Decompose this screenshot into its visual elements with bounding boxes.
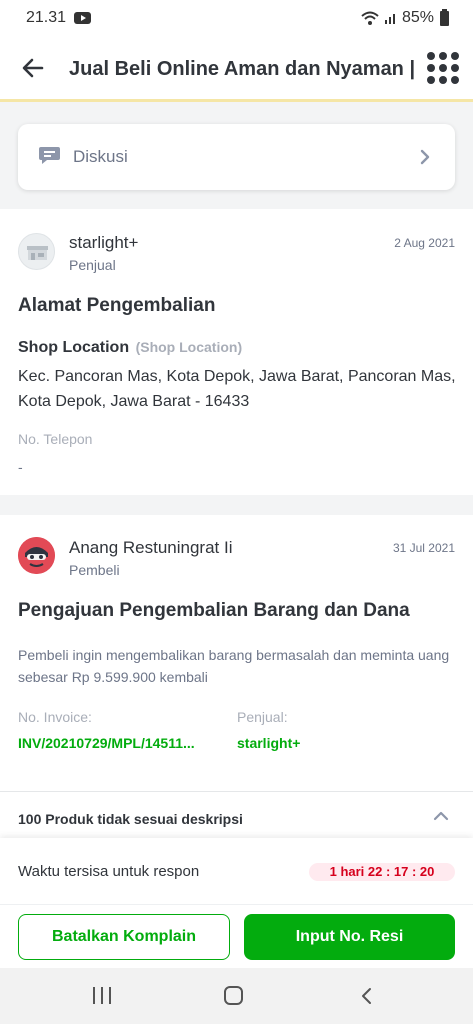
return-address: Kec. Pancoran Mas, Kota Depok, Jawa Bara… — [18, 368, 456, 410]
recent-apps-icon[interactable] — [93, 987, 111, 1005]
avatar — [18, 537, 55, 574]
user-role: Penjual — [69, 257, 116, 273]
system-navigation-bar — [0, 968, 473, 1024]
shop-location-heading: Shop Location (Shop Location) — [18, 339, 242, 357]
input-receipt-button[interactable]: Input No. Resi — [244, 914, 455, 960]
shop-location-sublabel: (Shop Location) — [135, 339, 243, 355]
seller-label: Penjual: — [237, 709, 288, 725]
post-date: 2 Aug 2021 — [394, 236, 455, 250]
seller-message-card: starlight+ Penjual 2 Aug 2021 Alamat Pen… — [0, 209, 473, 495]
user-role: Pembeli — [69, 562, 120, 578]
divider — [0, 904, 473, 905]
invoice-link[interactable]: INV/20210729/MPL/14511... — [18, 735, 195, 751]
phone-label: No. Telepon — [18, 431, 93, 447]
status-time: 21.31 — [26, 9, 67, 26]
nav-back-icon[interactable] — [359, 986, 373, 1006]
phone-value: - — [18, 459, 23, 475]
discussion-label: Diskusi — [73, 147, 128, 166]
section-title: Pengajuan Pengembalian Barang dan Dana — [18, 600, 410, 621]
wifi-icon — [361, 11, 379, 25]
invoice-label: No. Invoice: — [18, 709, 92, 725]
complaint-description: Pembeli ingin mengembalikan barang berma… — [18, 647, 450, 685]
app-bar: Jual Beli Online Aman dan Nyaman |... — [0, 36, 473, 102]
chevron-right-icon — [420, 149, 430, 165]
battery-percent: 85% — [401, 9, 434, 26]
bottom-action-panel: Waktu tersisa untuk respon 1 hari 22 : 1… — [0, 838, 473, 968]
status-bar: 21.31 85% — [0, 0, 473, 36]
discussion-button[interactable]: Diskusi — [18, 124, 455, 190]
shop-location-label: Shop Location — [18, 339, 130, 356]
chevron-up-icon[interactable] — [433, 811, 449, 821]
signal-icon — [384, 14, 395, 24]
shop-icon — [27, 246, 48, 260]
section-title: Alamat Pengembalian — [18, 295, 216, 316]
grid-menu-icon[interactable] — [427, 52, 459, 84]
page-title: Jual Beli Online Aman dan Nyaman |... — [69, 58, 414, 80]
cancel-complaint-button[interactable]: Batalkan Komplain — [18, 914, 230, 960]
chat-bubble-icon — [39, 147, 60, 164]
avatar-character-icon — [18, 537, 55, 574]
countdown-badge: 1 hari 22 : 17 : 20 — [309, 863, 455, 881]
youtube-icon — [74, 12, 91, 24]
home-icon[interactable] — [224, 986, 243, 1005]
avatar — [18, 233, 55, 270]
divider — [0, 791, 473, 792]
product-issue-toggle[interactable]: 100 Produk tidak sesuai deskripsi — [18, 811, 243, 827]
seller-link[interactable]: starlight+ — [237, 735, 300, 751]
back-arrow-icon[interactable] — [20, 55, 46, 81]
battery-icon — [440, 8, 449, 26]
user-name: Anang Restuningrat Ii — [69, 538, 233, 557]
response-time-label: Waktu tersisa untuk respon — [18, 863, 200, 880]
post-date: 31 Jul 2021 — [392, 541, 455, 555]
user-name: starlight+ — [69, 233, 139, 252]
status-indicators: 85% — [360, 8, 449, 27]
